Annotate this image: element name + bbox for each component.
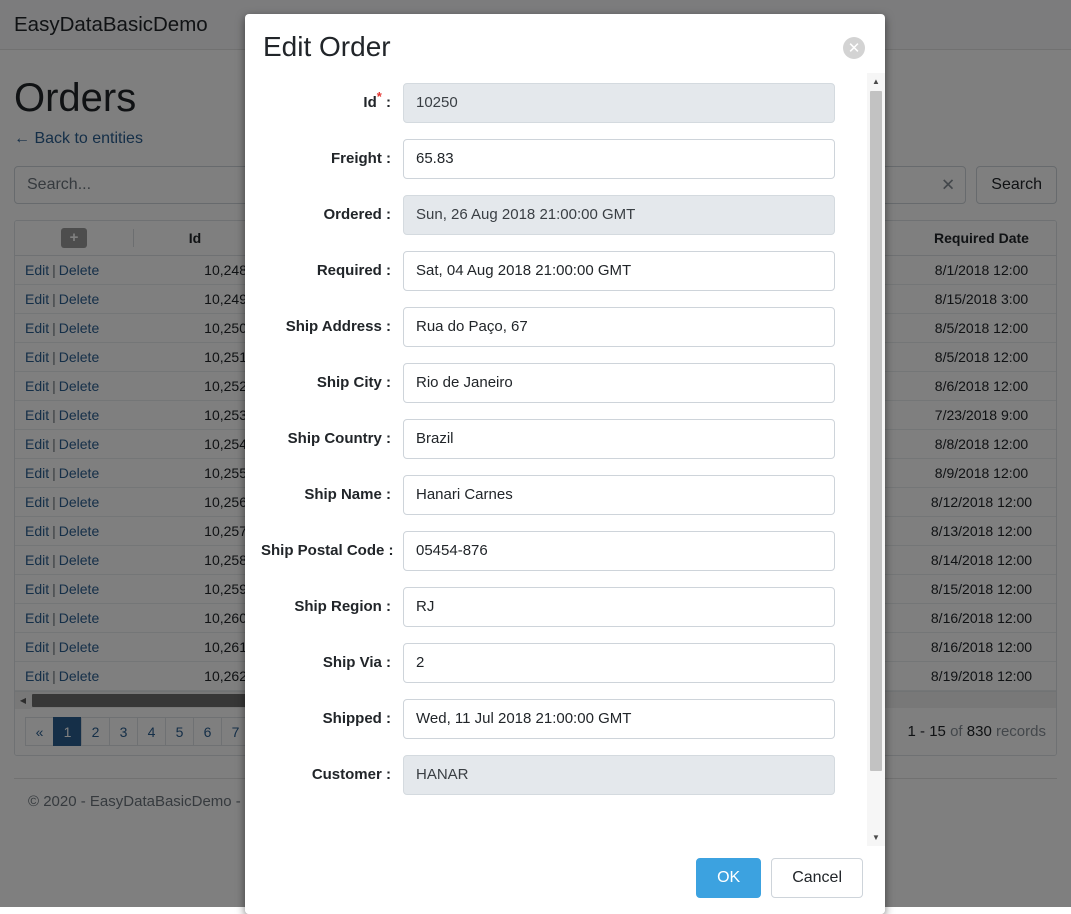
chevron-down-icon[interactable]: ▼	[867, 829, 885, 846]
form-row: Ship City :Rio de Janeiro	[261, 363, 863, 403]
form-row: Ship Name :Hanari Carnes	[261, 475, 863, 515]
field-input[interactable]: Rua do Paço, 67	[403, 307, 835, 347]
modal-vertical-scrollbar[interactable]: ▲ ▼	[867, 73, 885, 847]
field-input[interactable]: 2	[403, 643, 835, 683]
field-label: Ship Region :	[261, 598, 403, 615]
field-label: Ship Address :	[261, 318, 403, 335]
field-input[interactable]: RJ	[403, 587, 835, 627]
modal-header: Edit Order ✕	[245, 14, 885, 73]
cancel-button[interactable]: Cancel	[771, 858, 863, 898]
field-input[interactable]: Rio de Janeiro	[403, 363, 835, 403]
field-label: Freight :	[261, 150, 403, 167]
field-input: Sun, 26 Aug 2018 21:00:00 GMT	[403, 195, 835, 235]
close-icon[interactable]: ✕	[843, 37, 865, 59]
form-row: Ship Postal Code :05454-876	[261, 531, 863, 571]
modal-body: Id* :10250 Freight :65.83 Ordered :Sun, 26…	[245, 73, 885, 847]
edit-order-modal: Edit Order ✕ Id* :10250 Freight :65.83 Ord…	[245, 14, 885, 914]
field-label: Ship Name :	[261, 486, 403, 503]
form-row: Freight :65.83	[261, 139, 863, 179]
field-label: Ship Country :	[261, 430, 403, 447]
form-row: Required :Sat, 04 Aug 2018 21:00:00 GMT	[261, 251, 863, 291]
field-input[interactable]: 05454-876	[403, 531, 835, 571]
modal-footer: OK Cancel	[245, 846, 885, 914]
field-label: Ordered :	[261, 206, 403, 223]
field-input: 10250	[403, 83, 835, 123]
field-input[interactable]: 65.83	[403, 139, 835, 179]
field-input[interactable]: Sat, 04 Aug 2018 21:00:00 GMT	[403, 251, 835, 291]
field-input[interactable]: Wed, 11 Jul 2018 21:00:00 GMT	[403, 699, 835, 739]
field-label: Shipped :	[261, 710, 403, 727]
field-label: Id* :	[261, 94, 403, 111]
field-label: Ship City :	[261, 374, 403, 391]
chevron-up-icon[interactable]: ▲	[867, 73, 885, 90]
form-row: Ship Via :2	[261, 643, 863, 683]
edit-order-form: Id* :10250 Freight :65.83 Ordered :Sun, 26…	[261, 83, 863, 795]
form-row: Ship Country :Brazil	[261, 419, 863, 459]
modal-title: Edit Order	[263, 32, 391, 63]
required-asterisk: *	[377, 89, 382, 104]
field-input: HANAR	[403, 755, 835, 795]
field-label: Ship Postal Code :	[261, 542, 403, 559]
modal-scroll-thumb[interactable]	[870, 91, 882, 771]
form-row: Shipped :Wed, 11 Jul 2018 21:00:00 GMT	[261, 699, 863, 739]
field-input[interactable]: Hanari Carnes	[403, 475, 835, 515]
form-row: Customer :HANAR	[261, 755, 863, 795]
field-input[interactable]: Brazil	[403, 419, 835, 459]
form-row: Id* :10250	[261, 83, 863, 123]
form-row: Ordered :Sun, 26 Aug 2018 21:00:00 GMT	[261, 195, 863, 235]
field-label: Required :	[261, 262, 403, 279]
ok-button[interactable]: OK	[696, 858, 761, 898]
form-row: Ship Region :RJ	[261, 587, 863, 627]
form-row: Ship Address :Rua do Paço, 67	[261, 307, 863, 347]
field-label: Ship Via :	[261, 654, 403, 671]
field-label: Customer :	[261, 766, 403, 783]
